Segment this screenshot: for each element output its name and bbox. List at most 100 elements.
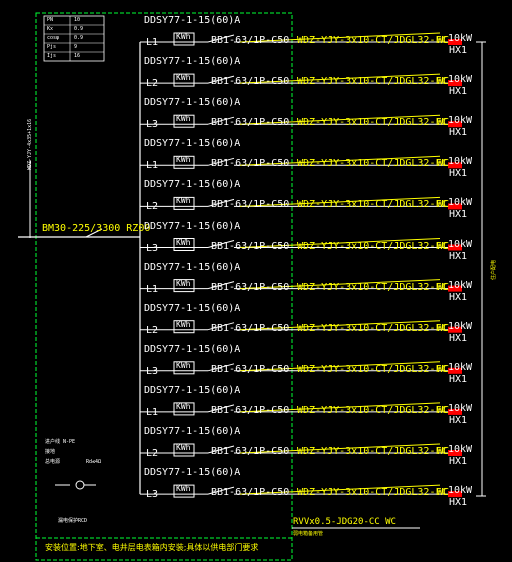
kwh-label: KWh: [176, 237, 191, 247]
cable-label: WDZ-YJY-3x10-CT/JDGL32-FC: [297, 363, 448, 375]
cable-label: WDZ-YJY-3x10-CT/JDGL32-FC: [297, 117, 448, 129]
kwh-label: KWh: [176, 401, 191, 411]
breaker-label: BB1-63/1P-C50: [211, 404, 290, 416]
kwh-label: KWh: [176, 155, 191, 165]
phase-label: L1: [146, 406, 159, 418]
kwh-label: KWh: [176, 360, 191, 370]
meter-label: DDSY77-1-15(60)A: [144, 261, 241, 273]
phase-label: L1: [146, 37, 159, 48]
breaker-label: BB1-63/1P-C50: [211, 158, 290, 170]
legend-key: Pjs: [47, 44, 57, 50]
legend-value: 9: [74, 44, 78, 50]
meter-label: DDSY77-1-15(60)A: [144, 220, 241, 232]
breaker-label: BB1-63/1P-C50: [211, 487, 290, 499]
meter-label: DDSY77-1-15(60)A: [144, 384, 241, 396]
phase-label: L3: [146, 489, 159, 501]
legend-key: Ijs: [47, 53, 57, 59]
meter-label: DDSY77-1-15(60)A: [144, 15, 241, 26]
load-label: HX1: [449, 45, 468, 56]
kwh-label: KWh: [176, 319, 191, 329]
legend-value: 0.9: [74, 35, 84, 41]
load-label: HX1: [449, 414, 468, 426]
cable-label: WDZ-YJY-3x10-CT/JDGL32-FC: [297, 404, 448, 416]
kw-label: 10kW: [448, 74, 473, 86]
cable-label: WDZ-YJY-3x10-CT/JDGL32-FC: [297, 240, 448, 252]
load-label: HX1: [449, 209, 468, 221]
legend-value: 16: [74, 53, 81, 59]
spare-cable-label: RVVx0.5-JDG20-CC WC: [293, 517, 396, 527]
phase-label: L2: [146, 78, 159, 90]
ground-terminal: [75, 480, 85, 490]
breaker-label: BB1-63/1P-C50: [211, 35, 290, 46]
load-label: HX1: [449, 497, 468, 509]
legend-value: 10: [74, 17, 81, 23]
load-label: HX1: [449, 168, 468, 180]
load-label: HX1: [449, 127, 468, 139]
load-label: HX1: [449, 373, 468, 385]
legend-key: cosφ: [47, 35, 60, 41]
phase-label: L3: [146, 365, 159, 377]
breaker-label: BB1-63/1P-C50: [211, 322, 290, 334]
note-line4: Rd≤4Ω: [86, 459, 102, 465]
cable-label: WDZ-YJY-3x10-CT/JDGL32-FC: [297, 446, 448, 457]
load-label: HX1: [449, 291, 468, 303]
note-bottom-small: 漏电保护RCD: [58, 518, 88, 524]
right-bracket-label: 住户配电: [491, 259, 497, 280]
kwh-label: KWh: [176, 278, 191, 288]
kw-label: 10kW: [448, 238, 473, 250]
cable-label: WDZ-YJY-3x10-CT/JDGL32-FC: [297, 35, 448, 46]
incoming-breaker-label: BM30-225/3300 RZ00: [42, 223, 151, 234]
phase-label: L3: [146, 242, 159, 254]
meter-label: DDSY77-1-15(60)A: [144, 56, 241, 68]
phase-label: L2: [146, 324, 159, 336]
meter-label: DDSY77-1-15(60)A: [144, 426, 241, 437]
meter-label: DDSY77-1-15(60)A: [144, 179, 241, 191]
kw-label: 10kW: [448, 156, 473, 168]
kw-label: 10kW: [448, 444, 473, 455]
meter-label: DDSY77-1-15(60)A: [144, 97, 241, 109]
note-line3: 总电源: [45, 459, 61, 465]
note-line1: 进户线 N-PE: [45, 439, 76, 445]
breaker-label: BB1-63/1P-C50: [211, 281, 290, 293]
kw-label: 10kW: [448, 402, 473, 414]
breaker-label: BB1-63/1P-C50: [211, 240, 290, 252]
bottom-note: 安装位置:地下室、电井层电表箱内安装;具体以供电部门要求: [45, 543, 259, 552]
kwh-label: KWh: [176, 32, 191, 41]
breaker-label: BB1-63/1P-C50: [211, 76, 290, 88]
phase-label: L1: [146, 160, 159, 172]
phase-label: L2: [146, 201, 159, 213]
kw-label: 10kW: [448, 361, 473, 373]
meter-label: DDSY77-1-15(60)A: [144, 138, 241, 150]
breaker-label: BB1-63/1P-C50: [211, 199, 290, 211]
cable-label: WDZ-YJY-3x10-CT/JDGL32-FC: [297, 487, 448, 499]
kw-label: 10kW: [448, 279, 473, 291]
phase-label: L3: [146, 119, 159, 131]
kwh-label: KWh: [176, 484, 191, 494]
load-label: HX1: [449, 250, 468, 262]
cable-label: WDZ-YJY-3x10-CT/JDGL32-FC: [297, 199, 448, 211]
phase-label: L2: [146, 448, 159, 459]
kw-label: 10kW: [448, 115, 473, 127]
kwh-label: KWh: [176, 196, 191, 206]
legend-key: Kx: [47, 26, 54, 32]
breaker-label: BB1-63/1P-C50: [211, 363, 290, 375]
phase-label: L1: [146, 283, 159, 295]
kwh-label: KWh: [176, 114, 191, 124]
spare-caption: 弱电箱备用管: [293, 531, 324, 537]
kw-label: 10kW: [448, 197, 473, 209]
cable-label: WDZ-YJY-3x10-CT/JDGL32-FC: [297, 322, 448, 334]
breaker-label: BB1-63/1P-C50: [211, 117, 290, 129]
cable-label: WDZ-YJY-3x10-CT/JDGL32-FC: [297, 281, 448, 293]
load-label: HX1: [449, 332, 468, 344]
load-label: HX1: [449, 456, 468, 467]
meter-label: DDSY77-1-15(60)A: [144, 467, 241, 479]
kwh-label: KWh: [176, 73, 191, 83]
incoming-cable-label: WDZ-YJY-4x35+1x16: [27, 118, 33, 170]
cable-label: WDZ-YJY-3x10-CT/JDGL32-FC: [297, 158, 448, 170]
kw-label: 10kW: [448, 485, 473, 497]
legend-key: PN: [47, 17, 54, 23]
kw-label: 10kW: [448, 320, 473, 332]
kwh-label: KWh: [176, 443, 191, 452]
breaker-label: BB1-63/1P-C50: [211, 446, 290, 457]
load-label: HX1: [449, 86, 468, 98]
